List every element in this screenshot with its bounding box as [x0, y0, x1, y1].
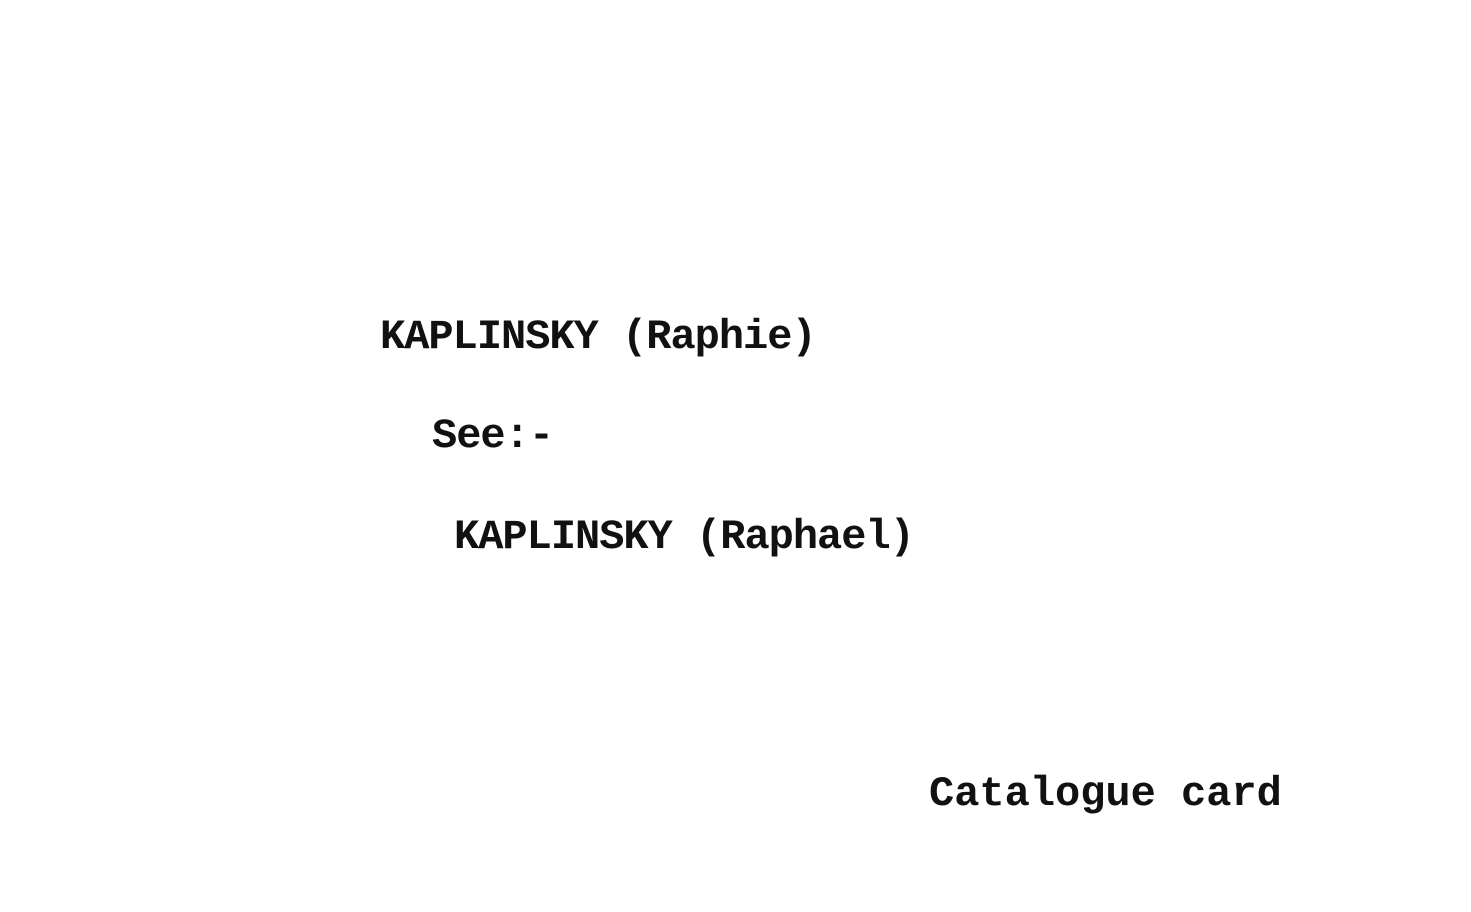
card-heading: KAPLINSKY (Raphie) — [380, 313, 817, 361]
catalogue-card: KAPLINSKY (Raphie) See:- KAPLINSKY (Raph… — [0, 0, 1471, 912]
see-reference-label: See:- — [432, 412, 554, 460]
cross-reference-entry: KAPLINSKY (Raphael) — [454, 513, 915, 561]
catalogue-card-label: Catalogue card — [929, 770, 1282, 818]
